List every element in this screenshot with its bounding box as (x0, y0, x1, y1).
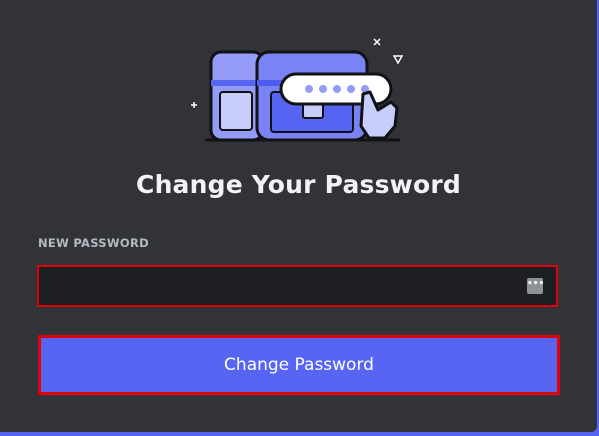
triangle-icon (392, 55, 404, 65)
change-password-modal: Change Your Password NEW PASSWORD ••• Ch… (0, 0, 597, 432)
sparkle-icon (373, 38, 381, 46)
password-manager-icon[interactable]: ••• (527, 278, 544, 294)
treasure-chest-illustration (191, 38, 404, 142)
change-password-button[interactable]: Change Password (38, 335, 560, 395)
modal-title: Change Your Password (136, 170, 461, 199)
new-password-field-container: ••• (37, 265, 558, 307)
new-password-label: NEW PASSWORD (38, 236, 149, 250)
new-password-input[interactable] (39, 267, 539, 305)
sparkle-icon (191, 102, 197, 108)
